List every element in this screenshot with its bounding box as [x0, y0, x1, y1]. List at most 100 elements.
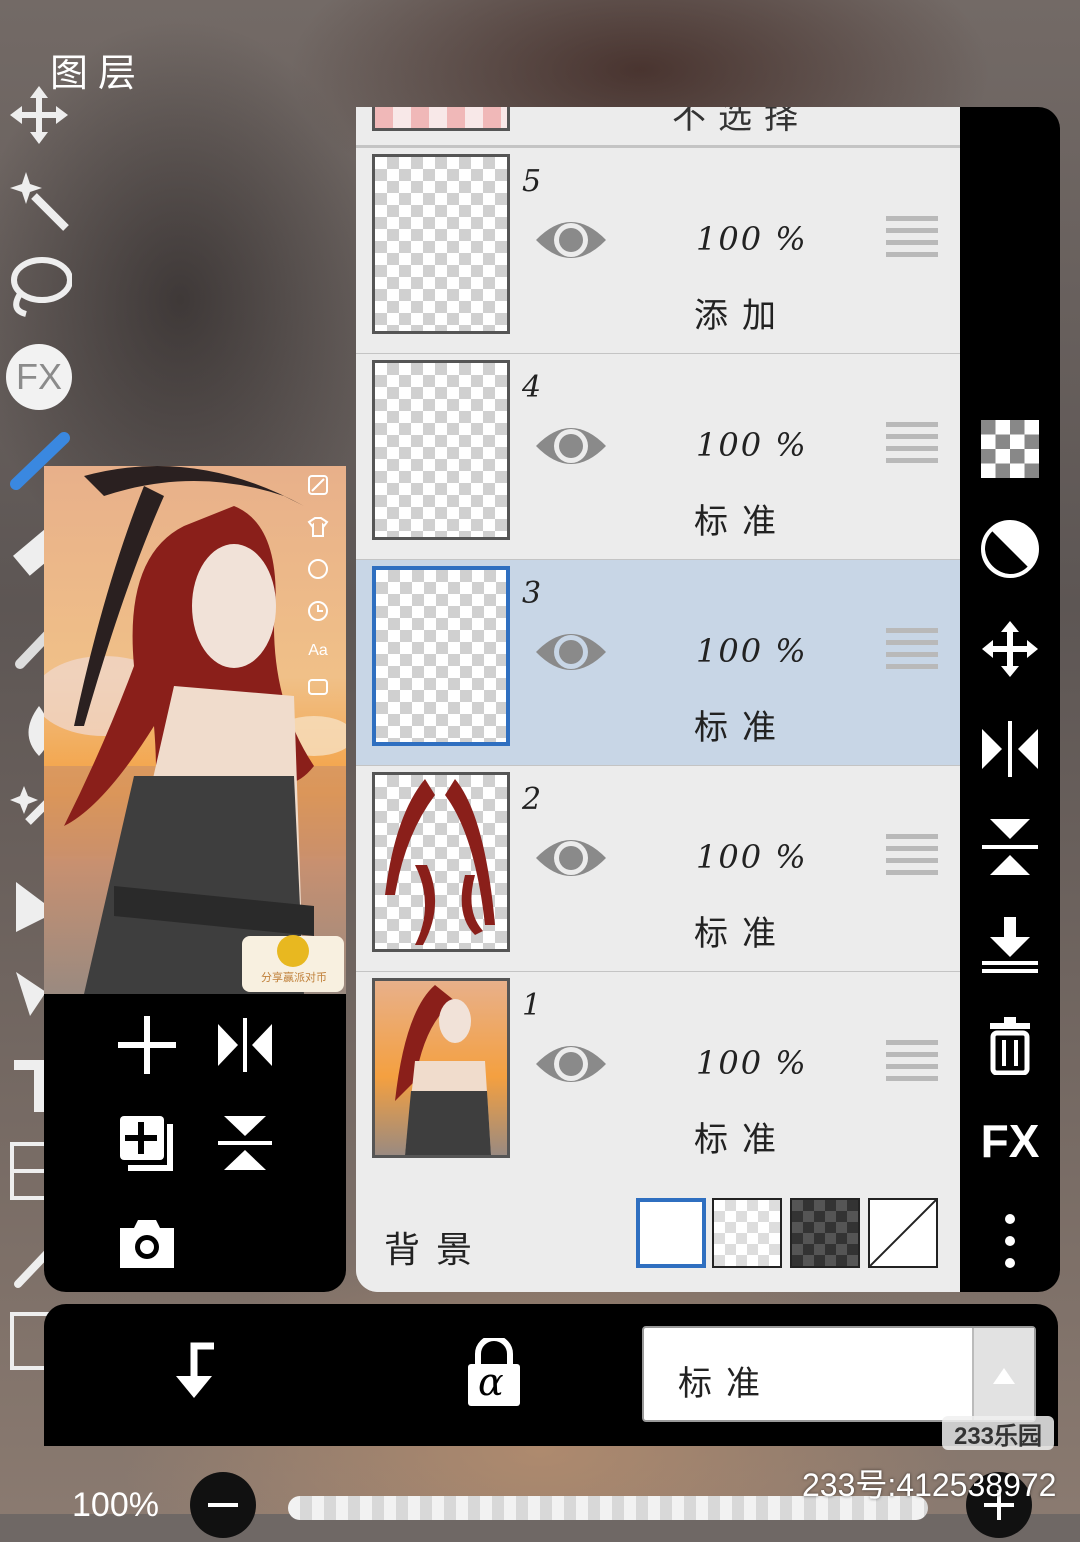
flip-vertical-icon	[982, 819, 1038, 875]
text-size-icon[interactable]: Aa	[308, 642, 328, 660]
layer-row-partial[interactable]: 不选择	[356, 107, 960, 148]
layer-thumbnail	[372, 154, 510, 334]
visibility-eye-icon[interactable]	[534, 1036, 608, 1092]
layer-blend-mode[interactable]: 添加	[694, 288, 790, 337]
camera-icon	[120, 1220, 174, 1268]
merge-down-button[interactable]	[976, 911, 1044, 979]
flip-vertical-tool-button[interactable]	[976, 813, 1044, 881]
share-badge[interactable]: 分享赢派对币	[244, 966, 344, 985]
layer-opacity[interactable]: 100 %	[696, 220, 808, 258]
layer-thumbnail	[372, 360, 510, 540]
visibility-eye-icon[interactable]	[534, 830, 608, 886]
layer-thumbnail	[372, 566, 510, 746]
drag-handle-icon[interactable]	[886, 1040, 938, 1088]
layer-opacity[interactable]: 100 %	[696, 1044, 808, 1082]
dropdown-arrow-icon[interactable]	[972, 1328, 1034, 1420]
more-icon	[1005, 1214, 1015, 1268]
layer-number: 3	[522, 576, 542, 611]
transparency-icon	[981, 420, 1039, 478]
layer-row[interactable]: 1 100 % 标准	[356, 972, 960, 1180]
layer-list[interactable]: 不选择 5 100 % 添加 4 100 % 标准 3 100 % 标准 2 1…	[356, 107, 960, 1292]
blend-mode-value: 标准	[678, 1364, 774, 1404]
layer-row[interactable]: 4 100 % 标准	[356, 354, 960, 562]
clipping-button[interactable]	[164, 1340, 228, 1404]
delete-icon	[990, 1017, 1030, 1075]
visibility-eye-icon[interactable]	[534, 418, 608, 474]
invert-button[interactable]	[976, 515, 1044, 583]
flip-vertical-button[interactable]	[210, 1108, 280, 1178]
layer-row[interactable]: 5 100 % 添加	[356, 148, 960, 356]
zoom-out-button[interactable]	[190, 1472, 256, 1538]
background-white-swatch[interactable]	[636, 1198, 706, 1268]
fx-button[interactable]: FX	[976, 1107, 1044, 1175]
duplicate-layer-icon	[120, 1116, 173, 1171]
layer-blend-mode[interactable]: 标准	[694, 494, 790, 543]
layer-blend-mode[interactable]: 标准	[694, 700, 790, 749]
layer-number: 2	[522, 782, 542, 817]
blend-mode-select[interactable]: 标准	[642, 1326, 1036, 1422]
preview-artwork	[44, 466, 346, 994]
layer-blend-mode[interactable]: 标准	[694, 906, 790, 955]
more-options-button[interactable]	[976, 1207, 1044, 1275]
preview-actions	[44, 994, 346, 1292]
background-checker-dark-swatch[interactable]	[790, 1198, 860, 1268]
drag-handle-icon[interactable]	[886, 216, 938, 264]
flip-vertical-icon	[218, 1116, 272, 1170]
camera-button[interactable]	[112, 1208, 182, 1278]
gallery-icon[interactable]	[307, 676, 329, 702]
layer-number: 1	[522, 988, 542, 1023]
add-layer-icon	[118, 1016, 176, 1074]
layer-opacity[interactable]: 100 %	[696, 838, 808, 876]
layer-number: 4	[522, 370, 542, 405]
background-none-swatch[interactable]	[868, 1198, 938, 1268]
watermark-logo: 233乐园	[942, 1416, 1054, 1450]
palette-icon[interactable]	[307, 558, 329, 584]
layer-thumbnail	[372, 772, 510, 952]
layer-thumbnail	[372, 107, 510, 131]
fx-icon: FX	[980, 1115, 1040, 1167]
drag-handle-icon[interactable]	[886, 628, 938, 676]
layer-number: 5	[522, 164, 542, 199]
dialog-title: 图层	[50, 51, 147, 95]
alpha-symbol: α	[478, 1360, 504, 1404]
lasso-icon[interactable]	[4, 252, 74, 322]
add-layer-button[interactable]	[112, 1010, 182, 1080]
visibility-eye-icon[interactable]	[534, 212, 608, 268]
edit-icon[interactable]	[307, 474, 329, 500]
canvas-preview: Aa 分享赢派对币	[44, 466, 346, 994]
move-icon	[982, 621, 1038, 677]
zoom-level: 100%	[72, 1486, 159, 1524]
transparency-button[interactable]	[976, 415, 1044, 483]
flip-horizontal-button[interactable]	[210, 1010, 280, 1080]
layer-thumbnail	[372, 978, 510, 1158]
layer-opacity[interactable]: 100 %	[696, 426, 808, 464]
clock-icon[interactable]	[307, 600, 329, 626]
background-row: 背景	[356, 1175, 960, 1292]
background-label: 背景	[384, 1230, 489, 1271]
clipping-arrow-icon	[176, 1342, 214, 1398]
layer-row[interactable]: 2 100 % 标准	[356, 766, 960, 974]
layer-blend-mode[interactable]: 标准	[694, 1112, 790, 1161]
diagonal-slash-icon	[869, 1199, 937, 1267]
right-toolbar: FX	[960, 107, 1060, 1292]
invert-icon	[981, 520, 1039, 578]
drag-handle-icon[interactable]	[886, 834, 938, 882]
alpha-lock-button[interactable]: α	[462, 1335, 526, 1408]
drag-handle-icon[interactable]	[886, 422, 938, 470]
flip-horizontal-tool-button[interactable]	[976, 715, 1044, 783]
watermark-id: 233号:412538972	[802, 1467, 1057, 1503]
delete-layer-button[interactable]	[976, 1011, 1044, 1079]
background-checker-light-swatch[interactable]	[712, 1198, 782, 1268]
flip-horizontal-icon	[218, 1018, 272, 1072]
share-badge-text: 分享赢派对币	[261, 971, 327, 984]
move-button[interactable]	[976, 615, 1044, 683]
layer-row-selected[interactable]: 3 100 % 标准	[356, 560, 960, 768]
magic-wand-icon[interactable]	[4, 166, 74, 236]
duplicate-layer-button[interactable]	[112, 1108, 182, 1178]
visibility-eye-icon[interactable]	[534, 624, 608, 680]
flip-horizontal-icon	[982, 721, 1038, 777]
minus-icon	[208, 1503, 238, 1507]
shirt-icon[interactable]	[307, 516, 329, 542]
fx-tool[interactable]: FX	[4, 342, 74, 412]
layer-opacity[interactable]: 100 %	[696, 632, 808, 670]
